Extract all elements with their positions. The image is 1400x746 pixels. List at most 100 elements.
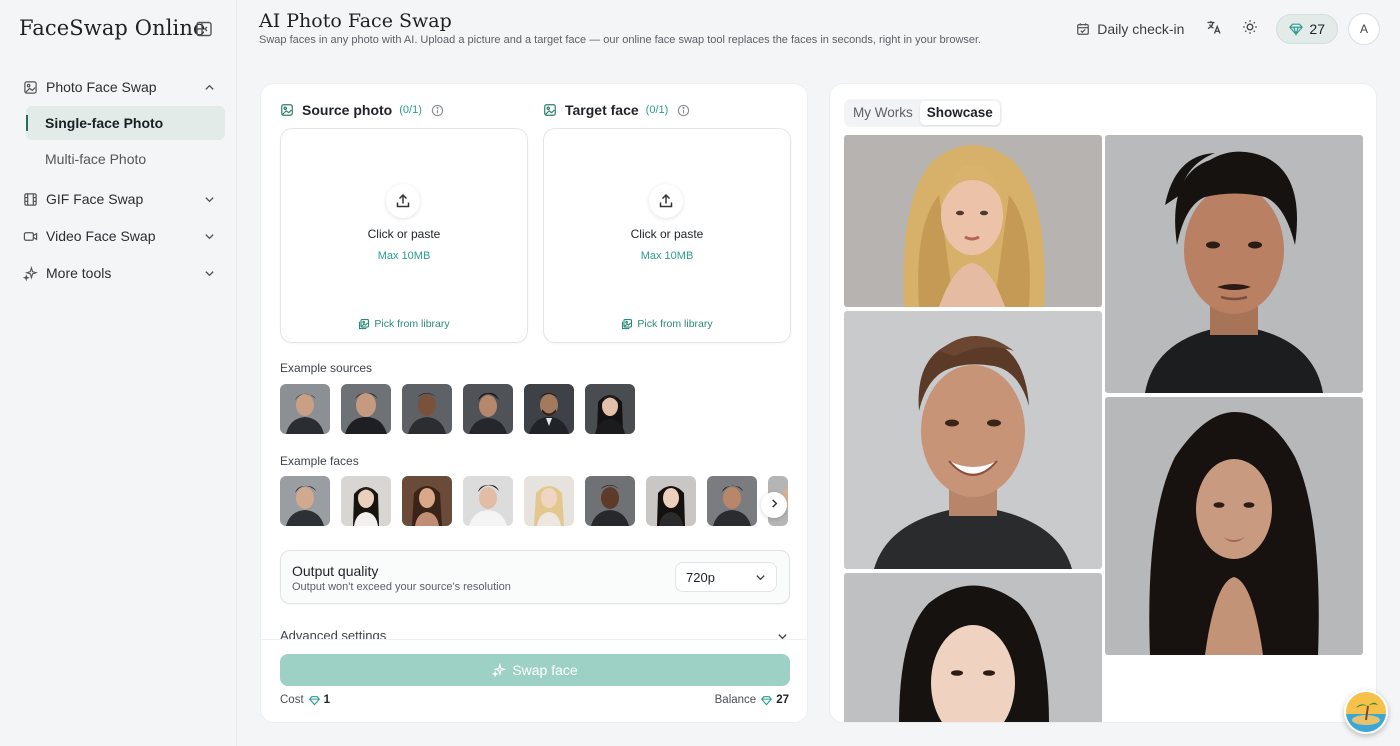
sidebar-nav: Photo Face Swap Single-face Photo Multi-… <box>16 70 228 290</box>
gallery-icon <box>621 318 633 330</box>
swap-face-button[interactable]: Swap face <box>280 654 790 686</box>
sidebar-item-photo-face-swap[interactable]: Photo Face Swap <box>16 70 228 104</box>
pick-from-library-label: Pick from library <box>637 318 713 330</box>
upload-icon <box>386 184 420 218</box>
gallery-icon <box>358 318 370 330</box>
sidebar-item-label: Video Face Swap <box>46 228 156 244</box>
example-face-thumb[interactable] <box>280 476 330 526</box>
pick-from-library-link[interactable]: Pick from library <box>281 318 527 330</box>
sidebar-item-single-face-photo[interactable]: Single-face Photo <box>26 106 225 140</box>
example-face-thumb[interactable] <box>585 476 635 526</box>
tab-showcase[interactable]: Showcase <box>919 101 1000 125</box>
info-icon[interactable] <box>431 104 444 117</box>
credits-value: 27 <box>1309 21 1325 37</box>
example-face-thumb[interactable] <box>402 476 452 526</box>
daily-checkin-label: Daily check-in <box>1097 21 1185 37</box>
output-quality-value: 720p <box>686 569 715 585</box>
example-face-thumb[interactable] <box>646 476 696 526</box>
chevron-down-icon <box>202 192 216 206</box>
output-quality-card: Output quality Output won't exceed your … <box>280 550 790 604</box>
swap-face-label: Swap face <box>512 662 578 678</box>
sidebar-item-more-tools[interactable]: More tools <box>16 256 228 290</box>
translate-icon <box>1206 19 1222 40</box>
example-source-thumb[interactable] <box>402 384 452 434</box>
pick-from-library-link[interactable]: Pick from library <box>544 318 790 330</box>
daily-checkin-button[interactable]: Daily check-in <box>1075 21 1184 37</box>
sidebar-item-label: Single-face Photo <box>45 115 164 131</box>
theme-toggle-button[interactable] <box>1234 13 1266 45</box>
cost-value: 1 <box>323 694 331 706</box>
swap-form-panel: Source photo (0/1) Click or paste Max 10… <box>260 83 808 723</box>
dropzone-cta: Click or paste <box>630 227 704 241</box>
island-icon <box>1346 692 1386 732</box>
balance-info: Balance 27 <box>715 694 789 706</box>
tab-my-works[interactable]: My Works <box>846 101 920 125</box>
sidebar-item-label: Photo Face Swap <box>46 79 157 95</box>
gem-icon <box>1289 22 1304 36</box>
language-button[interactable] <box>1198 13 1230 45</box>
example-source-thumb[interactable] <box>585 384 635 434</box>
source-photo-header: Source photo (0/1) <box>280 102 444 118</box>
upload-icon <box>649 184 683 218</box>
header-actions: Daily check-in 27 A <box>1075 13 1380 45</box>
showcase-image[interactable] <box>844 135 1102 307</box>
gem-icon <box>761 695 773 706</box>
showcase-image[interactable] <box>844 311 1102 569</box>
page-title: AI Photo Face Swap <box>259 10 452 32</box>
example-source-thumb[interactable] <box>280 384 330 434</box>
chevron-down-icon <box>754 571 766 583</box>
target-face-title: Target face <box>565 102 639 118</box>
film-icon <box>22 191 38 207</box>
source-photo-dropzone[interactable]: Click or paste Max 10MB Pick from librar… <box>280 128 528 343</box>
output-quality-subtitle: Output won't exceed your source's resolu… <box>292 581 511 593</box>
sidebar-collapse-icon[interactable] <box>194 19 214 39</box>
example-face-thumb[interactable] <box>341 476 391 526</box>
sun-icon <box>1242 19 1258 40</box>
page-subtitle: Swap faces in any photo with AI. Upload … <box>259 34 982 46</box>
sidebar-item-label: More tools <box>46 265 112 281</box>
example-sources-row <box>280 384 635 434</box>
avatar[interactable]: A <box>1348 13 1380 45</box>
example-source-thumb[interactable] <box>463 384 513 434</box>
sidebar-item-label: Multi-face Photo <box>45 151 147 167</box>
example-face-thumb[interactable] <box>524 476 574 526</box>
example-source-thumb[interactable] <box>341 384 391 434</box>
info-icon[interactable] <box>677 104 690 117</box>
example-faces-row <box>280 476 788 526</box>
showcase-image[interactable] <box>1105 397 1363 655</box>
chevron-down-icon <box>202 266 216 280</box>
source-photo-title: Source photo <box>302 102 393 118</box>
chevron-down-icon <box>202 229 216 243</box>
credits-badge[interactable]: 27 <box>1276 14 1338 44</box>
cost-info: Cost 1 <box>280 694 330 706</box>
sidebar-item-label: GIF Face Swap <box>46 191 144 207</box>
example-face-thumb[interactable] <box>707 476 757 526</box>
example-face-thumb[interactable] <box>463 476 513 526</box>
calendar-icon <box>1075 21 1091 37</box>
sidebar-item-video-face-swap[interactable]: Video Face Swap <box>16 219 228 253</box>
chevron-right-icon <box>769 496 780 514</box>
chevron-up-icon <box>202 80 216 94</box>
pick-from-library-label: Pick from library <box>374 318 450 330</box>
next-faces-button[interactable] <box>761 492 787 518</box>
brand-logo[interactable]: FaceSwap Online <box>19 16 205 40</box>
sidebar: FaceSwap Online Photo Face Swap Single-f… <box>0 0 237 746</box>
image-icon <box>280 103 294 117</box>
showcase-image[interactable] <box>1105 135 1363 393</box>
output-quality-select[interactable]: 720p <box>675 562 777 592</box>
balance-value: 27 <box>776 694 789 706</box>
showcase-image[interactable] <box>844 573 1102 722</box>
dropzone-max-size: Max 10MB <box>377 250 431 262</box>
target-face-count: (0/1) <box>645 104 669 116</box>
example-source-thumb[interactable] <box>524 384 574 434</box>
floating-action-button[interactable] <box>1344 690 1388 734</box>
gallery-tabs: My Works Showcase <box>844 99 1002 127</box>
source-photo-count: (0/1) <box>399 104 422 116</box>
sidebar-item-multi-face-photo[interactable]: Multi-face Photo <box>26 142 225 176</box>
example-sources-label: Example sources <box>280 361 373 375</box>
cost-label: Cost <box>280 694 304 706</box>
sidebar-item-gif-face-swap[interactable]: GIF Face Swap <box>16 182 228 216</box>
image-icon <box>22 79 38 95</box>
output-quality-title: Output quality <box>292 563 379 579</box>
target-face-dropzone[interactable]: Click or paste Max 10MB Pick from librar… <box>543 128 791 343</box>
